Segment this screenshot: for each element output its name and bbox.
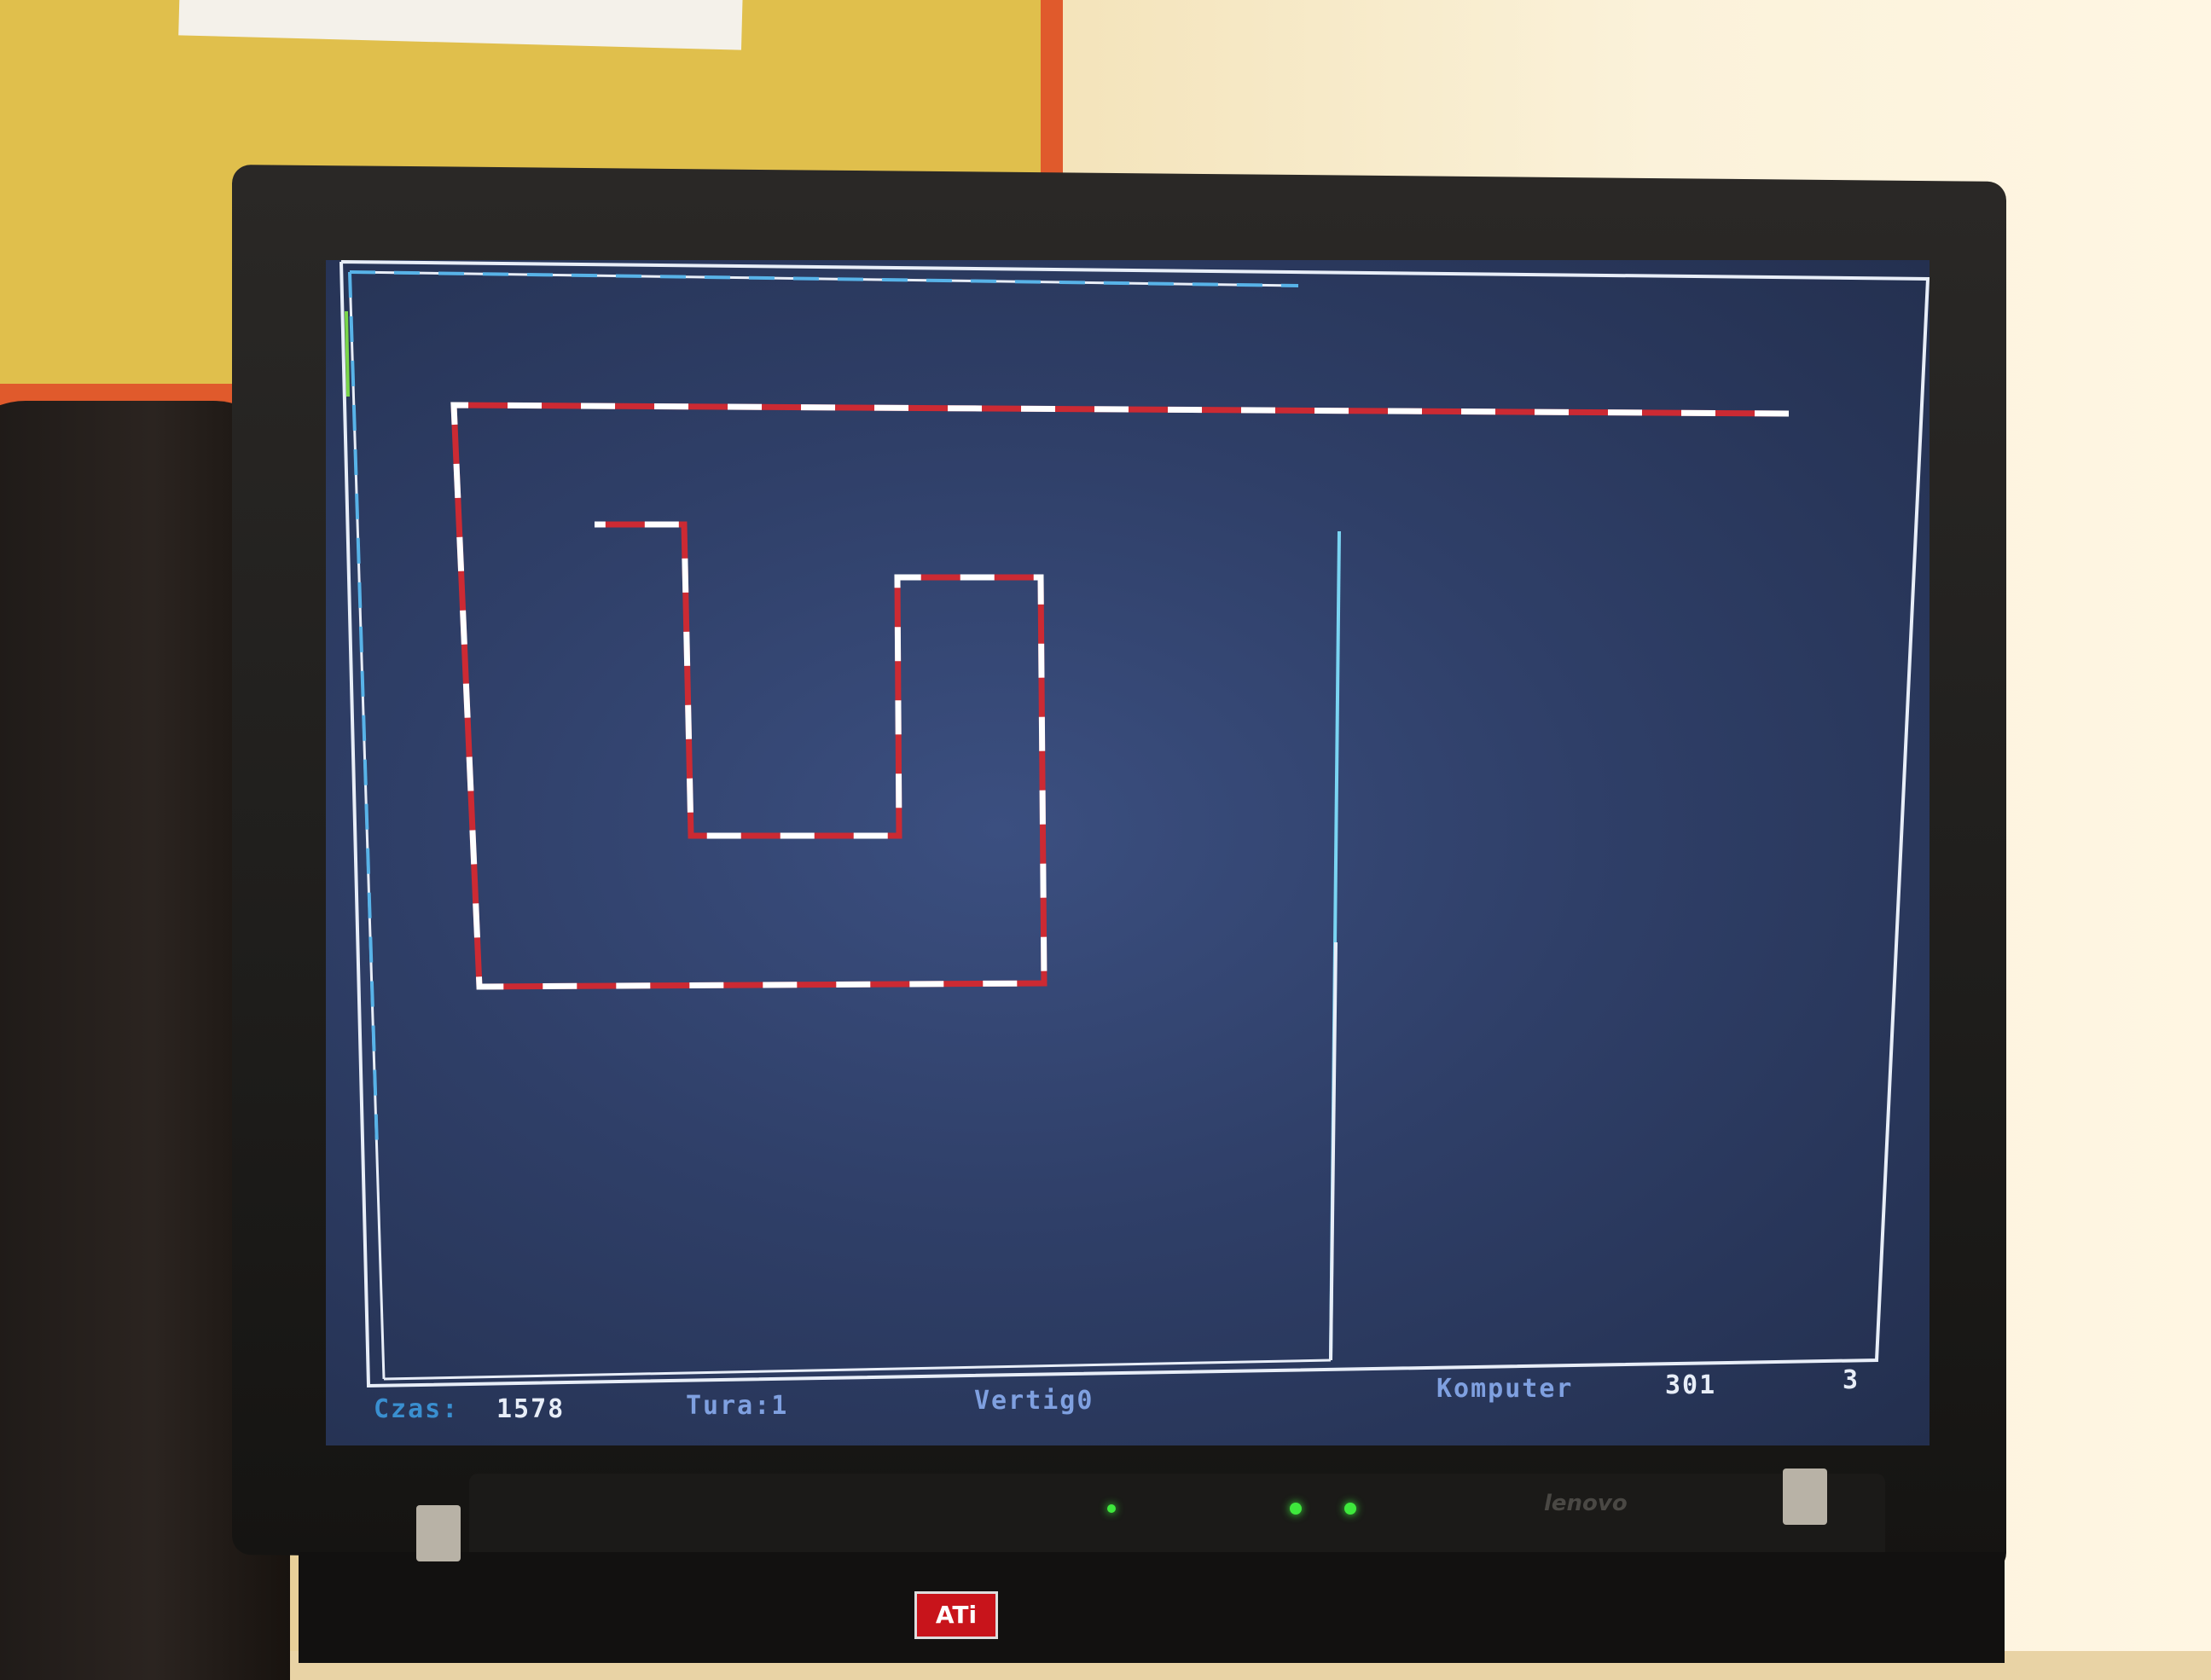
computer-label: Komputer bbox=[1436, 1374, 1574, 1404]
wifi-led-icon bbox=[1107, 1504, 1116, 1513]
game-field bbox=[339, 260, 1930, 1388]
ati-logo: ATi bbox=[914, 1591, 998, 1639]
game-screen: Czas: 1578 Tura:1 Vertig0 Komputer 301 3 bbox=[326, 260, 1930, 1445]
lenovo-logo: lenovo bbox=[1544, 1491, 1628, 1516]
time-label: Czas: bbox=[374, 1394, 460, 1424]
edge-trail-left-green bbox=[345, 310, 350, 397]
battery-led-icon bbox=[1344, 1503, 1356, 1515]
outer-frame-line bbox=[339, 260, 1930, 1388]
laptop-base bbox=[299, 1552, 2005, 1663]
player-trail bbox=[450, 402, 1790, 990]
right-latch bbox=[1783, 1469, 1827, 1525]
power-led-icon bbox=[1290, 1503, 1302, 1515]
round-label: Tura:1 bbox=[686, 1391, 789, 1421]
computer-score: 301 bbox=[1665, 1370, 1717, 1400]
left-latch bbox=[416, 1505, 461, 1561]
player-name: Vertig0 bbox=[974, 1386, 1094, 1416]
player-trail-dashes bbox=[450, 402, 1790, 990]
level-number: 3 bbox=[1842, 1365, 1860, 1395]
time-value: 1578 bbox=[496, 1394, 566, 1424]
